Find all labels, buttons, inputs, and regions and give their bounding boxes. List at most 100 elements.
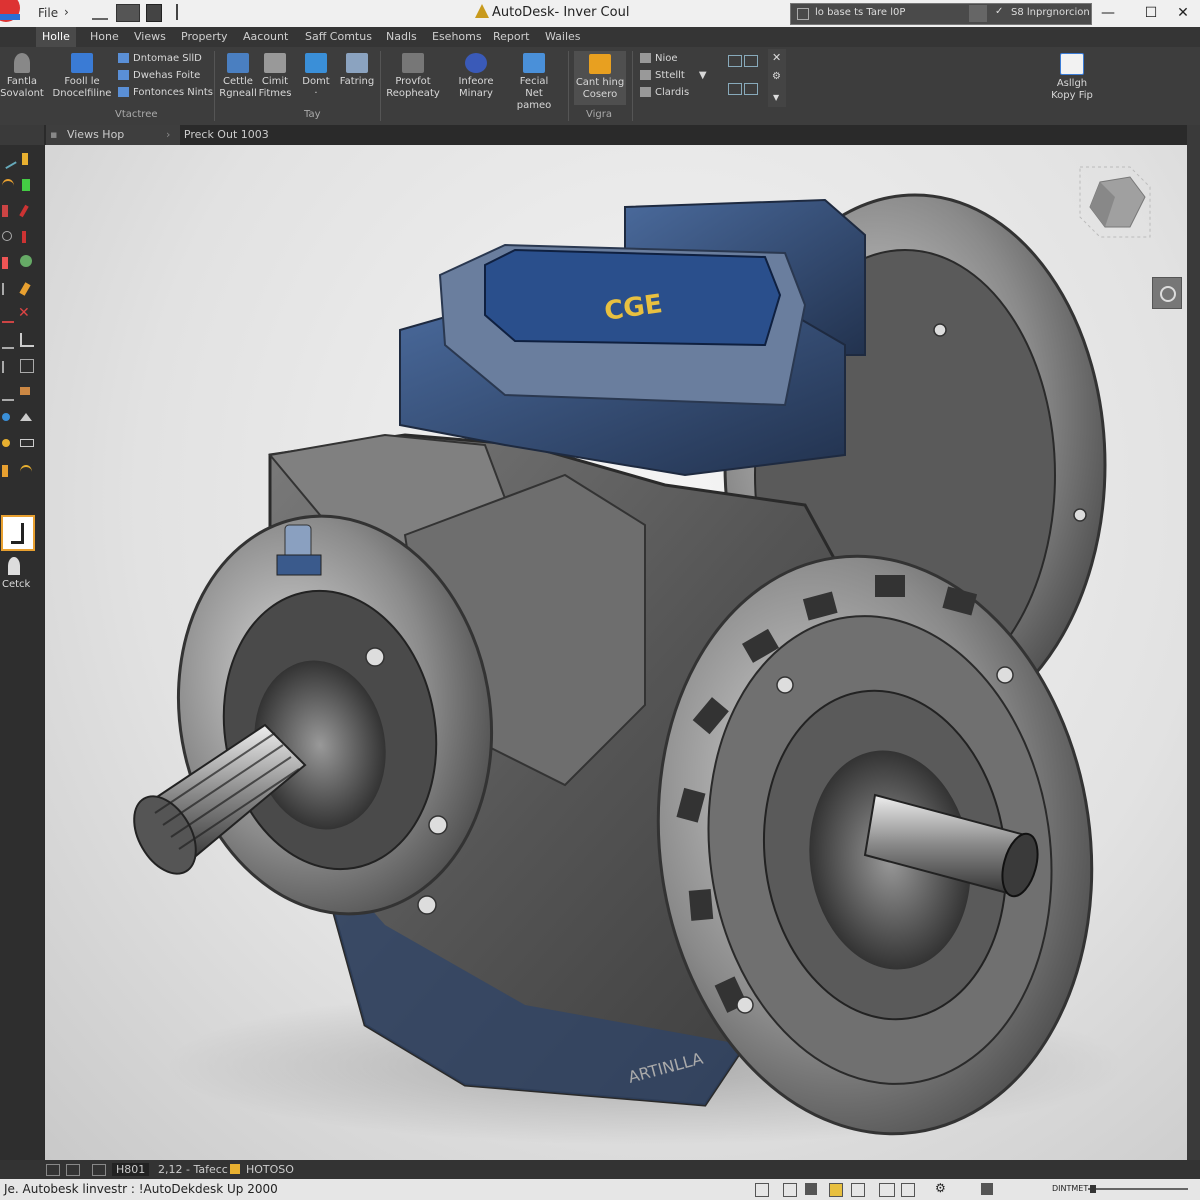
sign-in-text[interactable]: S8 lnprgnorcion xyxy=(1011,7,1090,18)
scale-icon xyxy=(2,439,10,447)
tab-holle[interactable]: Holle xyxy=(36,27,76,47)
tool-arc[interactable] xyxy=(0,175,40,197)
right-scrollbar[interactable] xyxy=(1187,125,1200,1160)
cimit-label-2: Fitmes xyxy=(258,88,292,99)
tool-move[interactable] xyxy=(0,383,40,405)
grid-icon[interactable] xyxy=(744,83,758,95)
check-tool-label: Cetck xyxy=(2,579,31,590)
box-icon xyxy=(20,439,34,447)
tool-row-2[interactable]: Dwehas Foite xyxy=(118,70,213,81)
fecial-button[interactable]: Fecial Net pameo xyxy=(508,53,560,112)
3d-viewport[interactable]: CGE ARTINLLA xyxy=(45,145,1187,1160)
tab-esehoms[interactable]: Esehoms xyxy=(432,30,482,43)
tab-nadls[interactable]: Nadls xyxy=(386,30,417,43)
chevron-down-icon[interactable]: ▼ xyxy=(773,93,779,102)
assign-button[interactable]: Asllgh Kopy Fip xyxy=(1044,53,1100,102)
new-file-icon[interactable] xyxy=(116,4,140,22)
close-panel-icon[interactable]: ✕ xyxy=(772,51,781,64)
app-logo-icon[interactable] xyxy=(0,0,26,26)
tray-fullscreen-icon[interactable] xyxy=(981,1183,993,1195)
assign-label-1: Asllgh xyxy=(1056,78,1088,89)
nioe-row[interactable]: Nioe xyxy=(640,53,707,64)
profile-button[interactable]: Fooll le Dnocelfiline xyxy=(52,53,112,100)
status-right-text: DINTMET xyxy=(1052,1184,1089,1193)
active-tool-select[interactable] xyxy=(1,515,35,551)
search-input[interactable]: lo base ts Tare l0P ✓ S8 lnprgnorcion xyxy=(790,3,1092,25)
infoere-label-2: Minary xyxy=(459,88,493,99)
tool-rotate[interactable] xyxy=(0,409,40,431)
tray-monitor-icon[interactable] xyxy=(879,1183,895,1197)
sttellt-row[interactable]: Sttellt ▼ xyxy=(640,70,707,81)
grid-icon[interactable] xyxy=(744,55,758,67)
tool-trim[interactable]: ✕ xyxy=(0,305,40,327)
tool-row-3[interactable]: Fontonces Nints xyxy=(118,87,213,98)
back-icon[interactable] xyxy=(92,6,108,20)
tab-hone[interactable]: Hone xyxy=(90,30,119,43)
minimize-button[interactable]: — xyxy=(1085,0,1131,27)
navigation-bar-button[interactable] xyxy=(1152,277,1182,309)
mini-icon-grid xyxy=(728,53,768,103)
group-label-vigra: Vigra xyxy=(586,109,612,120)
save-icon[interactable] xyxy=(146,4,162,22)
profile-label-2: Dnocelfiline xyxy=(52,88,112,99)
tool-pattern[interactable] xyxy=(0,253,40,275)
pen-icon xyxy=(19,204,29,218)
doc-tab-preck-out[interactable]: › Preck Out 1003 xyxy=(164,125,324,145)
tray-lock-icon[interactable] xyxy=(805,1183,817,1195)
tool-mirror[interactable] xyxy=(0,279,40,301)
zoom-slider[interactable] xyxy=(1088,1188,1188,1190)
tool-circle[interactable] xyxy=(0,227,40,249)
tab-property[interactable]: Property xyxy=(181,30,228,43)
file-menu[interactable]: File xyxy=(38,6,58,20)
gearbox-model[interactable]: CGE ARTINLLA xyxy=(45,145,1187,1160)
tray-snap-icon[interactable] xyxy=(783,1183,797,1197)
fatring-button[interactable]: Fatring xyxy=(334,53,380,88)
tool-scale[interactable] xyxy=(0,435,40,457)
grid-toggle-icon[interactable] xyxy=(46,1164,60,1176)
infoere-button[interactable]: Infeore Minary xyxy=(452,53,500,100)
sketch-label-2: Sovalont xyxy=(0,88,44,99)
doc-tab-views-hop[interactable]: ▪ Views Hop xyxy=(46,125,180,145)
pin-icon[interactable] xyxy=(176,4,178,20)
tray-grid-icon[interactable] xyxy=(755,1183,769,1197)
provfot-button[interactable]: Provfot Reopheaty xyxy=(384,53,442,100)
tray-settings-icon[interactable]: ⚙ xyxy=(935,1181,946,1195)
tab-wailes[interactable]: Wailes xyxy=(545,30,581,43)
tool-stretch[interactable] xyxy=(0,461,40,483)
grid-icon[interactable] xyxy=(728,55,742,67)
zoom-slider-thumb[interactable] xyxy=(1090,1185,1096,1193)
domt-button[interactable]: Domt · xyxy=(298,53,334,100)
tab-aacount[interactable]: Aacount xyxy=(243,30,288,43)
tool-extend[interactable] xyxy=(0,331,40,353)
cimit-button[interactable]: Cimit Fitmes xyxy=(256,53,294,100)
tab-saff-comtus[interactable]: Saff Comtus xyxy=(305,30,372,43)
domt-label-2: · xyxy=(314,88,318,99)
snap-toggle-icon[interactable] xyxy=(66,1164,80,1176)
ortho-toggle-icon[interactable] xyxy=(92,1164,106,1176)
cettle-button[interactable]: Cettle Rgneall xyxy=(218,53,258,100)
status-marker-icon[interactable] xyxy=(230,1164,240,1174)
settings-icon[interactable]: ⚙ xyxy=(772,71,781,82)
check-icon[interactable]: ✓ xyxy=(995,6,1003,17)
tab-report[interactable]: Report xyxy=(493,30,529,43)
tool-offset[interactable] xyxy=(0,357,40,379)
tray-highlight-icon[interactable] xyxy=(829,1183,843,1197)
cant-ning-button[interactable]: Cant hing Cosero xyxy=(574,51,626,105)
dropdown-arrow-icon[interactable]: ▼ xyxy=(699,70,707,81)
clardis-row[interactable]: Clardis xyxy=(640,87,707,98)
tray-view-icon[interactable] xyxy=(901,1183,915,1197)
grid-icon[interactable] xyxy=(728,83,742,95)
close-button[interactable]: ✕ xyxy=(1160,0,1200,27)
tab-views[interactable]: Views xyxy=(134,30,166,43)
sketch-button[interactable]: Fantla Sovalont xyxy=(0,53,44,100)
tool-fillet[interactable] xyxy=(0,201,40,223)
check-tool[interactable]: Cetck xyxy=(2,555,42,595)
doc-tab-label: Preck Out 1003 xyxy=(183,128,269,141)
tool-row-1[interactable]: Dntomae SllD xyxy=(118,53,213,64)
view-cube[interactable] xyxy=(1060,157,1160,257)
dropdown-arrow-icon[interactable] xyxy=(969,5,987,22)
tool-line[interactable] xyxy=(0,149,40,171)
tray-display-icon[interactable] xyxy=(851,1183,865,1197)
app-title: AutoDesk- Inver Coul xyxy=(492,5,630,20)
chevron-right-icon[interactable]: › xyxy=(64,5,69,19)
